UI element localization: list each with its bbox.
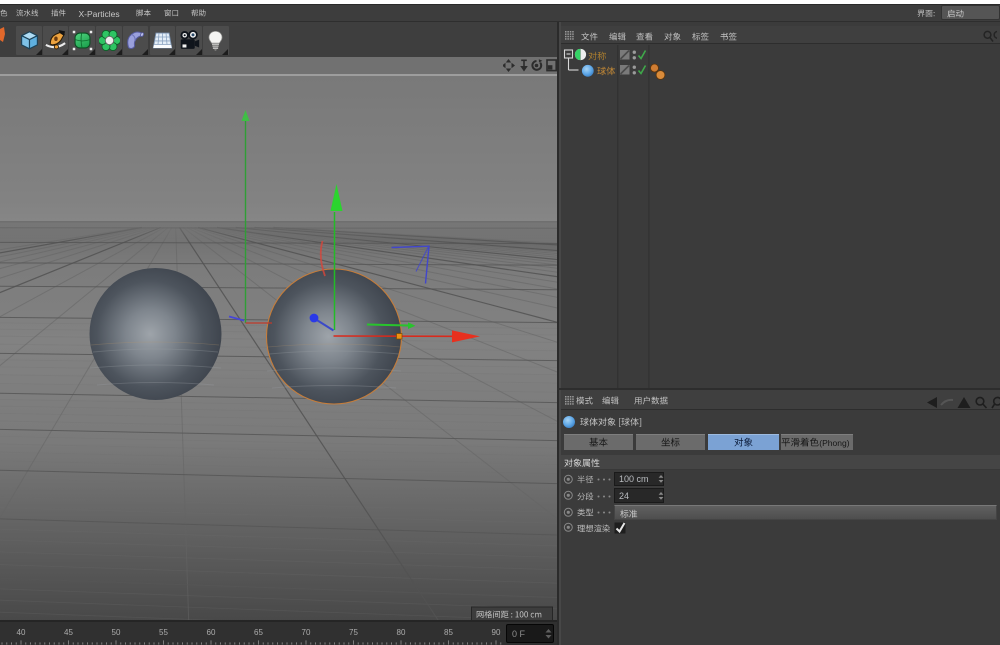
svg-text:85: 85 [444,628,453,637]
svg-text:65: 65 [254,628,263,637]
svg-text:90: 90 [492,628,501,637]
svg-text:40: 40 [17,628,26,637]
svg-text:60: 60 [207,628,216,637]
svg-text:50: 50 [112,628,121,637]
svg-text:45: 45 [64,628,73,637]
svg-text:70: 70 [302,628,311,637]
svg-text:80: 80 [397,628,406,637]
svg-text:75: 75 [349,628,358,637]
svg-text:55: 55 [159,628,168,637]
